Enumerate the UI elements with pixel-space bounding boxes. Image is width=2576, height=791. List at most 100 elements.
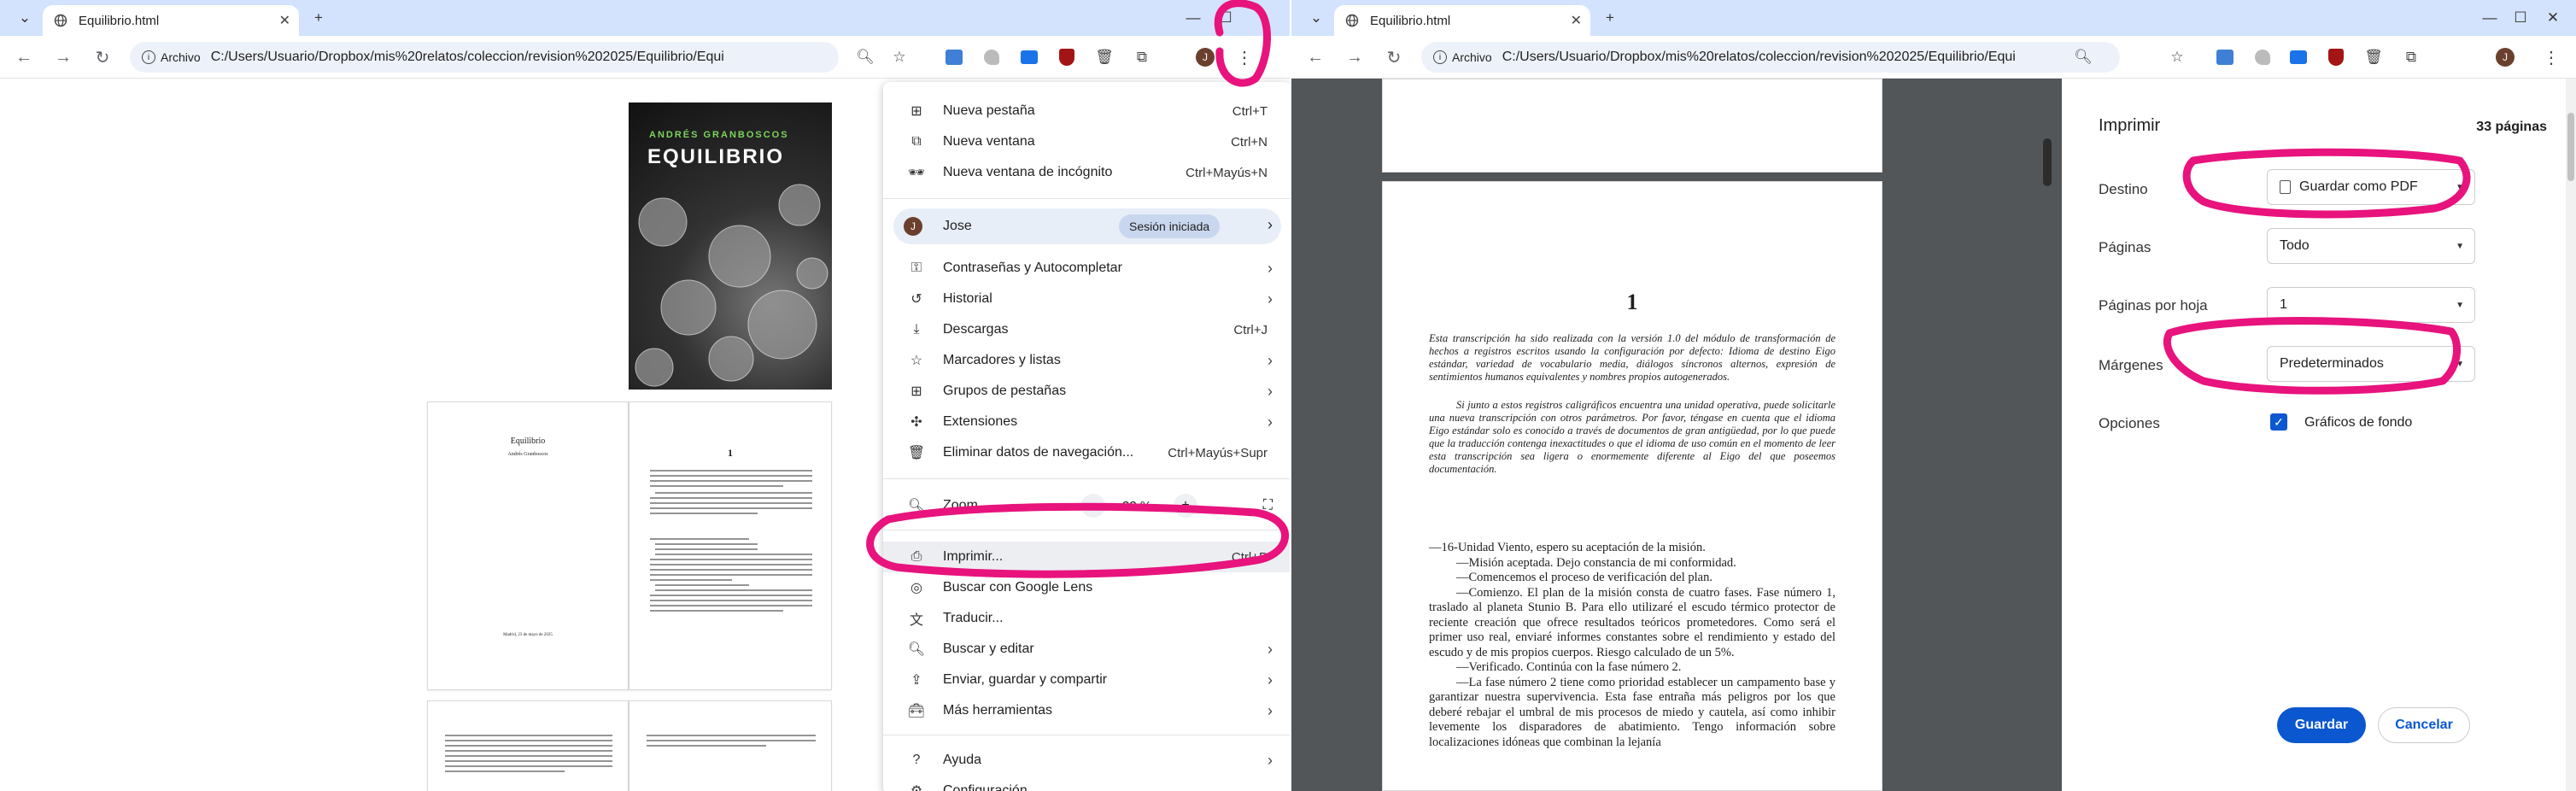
- profile-avatar[interactable]: J: [2496, 48, 2515, 67]
- reload-icon[interactable]: ↻: [1380, 44, 1408, 71]
- tab-search-icon[interactable]: ⌄: [1303, 5, 1329, 31]
- menu-item-incognito[interactable]: 🕶︎ Nueva ventana de incógnito Ctrl+Mayús+N: [883, 157, 1290, 188]
- file-chip-label: Archivo: [161, 50, 201, 64]
- panel-scrollbar[interactable]: [2566, 79, 2576, 791]
- pages-per-sheet-label: Páginas por hoja: [2099, 297, 2208, 313]
- minimize-icon[interactable]: —: [2477, 5, 2503, 31]
- toolbar: ← → ↻ i Archivo C:/Users/Usuario/Dropbox/…: [0, 36, 1290, 79]
- extension-shield-icon[interactable]: [1056, 46, 1078, 68]
- file-chip[interactable]: i Archivo: [1433, 50, 1492, 64]
- bookmark-star-icon[interactable]: ☆: [888, 46, 910, 68]
- back-icon[interactable]: ←: [1302, 44, 1329, 71]
- menu-item-history[interactable]: ↺ Historial ›: [883, 284, 1290, 314]
- extension-shape-icon[interactable]: [981, 46, 1003, 68]
- zoom-in-button[interactable]: +: [1174, 494, 1197, 518]
- chevron-right-icon: ›: [1268, 382, 1273, 400]
- zoom-icon[interactable]: 🔍︎: [852, 42, 878, 73]
- extension-shield-icon[interactable]: [2325, 46, 2347, 68]
- caret-down-icon: ▼: [2456, 182, 2464, 192]
- extension-media-icon[interactable]: [1018, 46, 1040, 68]
- chevron-right-icon: ›: [1268, 671, 1273, 688]
- cover-title: EQUILIBRIO: [647, 145, 785, 168]
- chevron-right-icon: ›: [1268, 751, 1273, 769]
- translate-icon: 文: [909, 613, 923, 628]
- close-tab-icon[interactable]: ✕: [1571, 12, 1582, 29]
- extension-screenshot-icon[interactable]: [943, 46, 965, 68]
- menu-item-downloads[interactable]: ⤓ Descargas Ctrl+J: [883, 314, 1290, 345]
- menu-item-tab-groups[interactable]: ⊞ Grupos de pestañas ›: [883, 376, 1290, 407]
- file-chip[interactable]: i Archivo: [142, 50, 201, 64]
- menu-item-more-tools[interactable]: 🧰︎ Más herramientas ›: [883, 695, 1290, 726]
- close-window-icon[interactable]: ✕: [2540, 5, 2566, 31]
- extension-shape-icon[interactable]: [2251, 46, 2274, 68]
- minimize-icon[interactable]: —: [1180, 5, 1206, 31]
- tab-equilibrio[interactable]: Equilibrio.html ✕: [43, 5, 299, 36]
- menu-item-new-window[interactable]: ⧉ Nueva ventana Ctrl+N: [883, 126, 1290, 157]
- destination-select[interactable]: Guardar como PDF ▼: [2267, 169, 2475, 205]
- menu-item-extensions[interactable]: ✣ Extensiones ›: [883, 407, 1290, 437]
- preview-body-line: —16-Unidad Viento, espero su aceptación …: [1429, 541, 1706, 554]
- preview-scrollbar[interactable]: [2043, 138, 2052, 186]
- maximize-icon[interactable]: ☐: [2508, 5, 2533, 31]
- pages-select[interactable]: Todo ▼: [2267, 228, 2475, 264]
- address-bar[interactable]: i Archivo C:/Users/Usuario/Dropbox/mis%20…: [130, 42, 875, 73]
- extension-media-icon[interactable]: [2287, 46, 2310, 68]
- menu-item-bookmarks[interactable]: ☆ Marcadores y listas ›: [883, 345, 1290, 376]
- share-icon: ⇪: [910, 673, 922, 688]
- profile-status-badge: Sesión iniciada: [1119, 214, 1221, 238]
- fullscreen-icon[interactable]: ⛶: [1263, 498, 1273, 513]
- back-icon[interactable]: ←: [10, 44, 38, 71]
- menu-kebab-icon[interactable]: ⋮: [2540, 46, 2562, 68]
- background-graphics-checkbox[interactable]: ✓: [2270, 413, 2287, 431]
- page-3-thumb: [629, 700, 832, 791]
- pages-per-sheet-select[interactable]: 1 ▼: [2267, 287, 2475, 323]
- zoom-icon: 🔍︎: [907, 499, 926, 513]
- title-page-author: Andrés Granboscos: [507, 452, 548, 457]
- extensions-puzzle-icon[interactable]: ⧉: [1131, 46, 1153, 68]
- menu-item-print[interactable]: ⎙ Imprimir... Ctrl+P: [883, 542, 1290, 572]
- menu-label: Traducir...: [943, 611, 1004, 625]
- menu-item-save-share[interactable]: ⇪ Enviar, guardar y compartir ›: [883, 665, 1290, 695]
- new-tab-icon[interactable]: +: [1597, 5, 1623, 31]
- extension-trash-icon[interactable]: 🗑︎: [2362, 46, 2385, 68]
- margins-select[interactable]: Predeterminados ▼: [2267, 346, 2475, 382]
- menu-label: Descargas: [943, 322, 1009, 337]
- address-bar[interactable]: i Archivo C:/Users/Usuario/Dropbox/mis%20…: [1421, 42, 2120, 73]
- bookmark-star-icon[interactable]: ☆: [2166, 46, 2188, 68]
- puzzle-icon: ✣: [910, 415, 922, 430]
- menu-item-new-tab[interactable]: ⊞ Nueva pestaña Ctrl+T: [883, 96, 1290, 126]
- menu-label: Nueva ventana de incógnito: [943, 165, 1113, 179]
- zoom-icon[interactable]: 🔍︎: [2070, 42, 2096, 73]
- new-tab-icon[interactable]: +: [306, 5, 331, 31]
- menu-kebab-icon[interactable]: ⋮: [1233, 46, 1256, 68]
- extension-trash-icon[interactable]: 🗑︎: [1093, 46, 1115, 68]
- extension-screenshot-icon[interactable]: [2214, 46, 2236, 68]
- menu-shortcut: Ctrl+T: [1232, 103, 1268, 119]
- forward-icon[interactable]: →: [50, 44, 77, 71]
- menu-label: Configuración: [943, 783, 1027, 791]
- tab-search-icon[interactable]: ⌄: [12, 5, 38, 31]
- menu-item-find-edit[interactable]: 🔍︎ Buscar y editar ›: [883, 634, 1290, 665]
- margins-value: Predeterminados: [2280, 356, 2384, 371]
- maximize-icon[interactable]: ☐: [1213, 5, 1238, 31]
- reload-icon[interactable]: ↻: [89, 44, 116, 71]
- save-button[interactable]: Guardar: [2277, 707, 2366, 743]
- forward-icon[interactable]: →: [1341, 44, 1368, 71]
- tab-equilibrio[interactable]: Equilibrio.html ✕: [1334, 5, 1590, 36]
- chrome-main-menu: ⊞ Nueva pestaña Ctrl+T ⧉ Nueva ventana Ctrl+…: [883, 82, 1290, 791]
- chevron-right-icon: ›: [1268, 216, 1273, 233]
- cancel-button[interactable]: Cancelar: [2378, 707, 2470, 743]
- menu-profile-row[interactable]: J Jose Sesión iniciada ›: [893, 208, 1281, 244]
- browser-window-right: ⌄ Equilibrio.html ✕ + — ☐ ✕ ← → ↻ i Archi…: [1291, 0, 2576, 791]
- close-tab-icon[interactable]: ✕: [279, 12, 290, 29]
- extensions-puzzle-icon[interactable]: ⧉: [2400, 46, 2422, 68]
- tab-title: Equilibrio.html: [79, 13, 160, 28]
- profile-avatar[interactable]: J: [1196, 48, 1215, 67]
- zoom-out-button[interactable]: −: [1081, 494, 1105, 518]
- menu-item-clear-data[interactable]: 🗑︎ Eliminar datos de navegación... Ctrl+Ma…: [883, 437, 1290, 468]
- menu-item-lens[interactable]: ◎ Buscar con Google Lens: [883, 572, 1290, 603]
- menu-item-translate[interactable]: 文 Traducir...: [883, 603, 1290, 634]
- menu-item-help[interactable]: ? Ayuda ›: [883, 745, 1290, 776]
- menu-item-settings[interactable]: ⚙ Configuración: [883, 776, 1290, 791]
- menu-item-passwords[interactable]: ⚿ Contraseñas y Autocompletar ›: [883, 253, 1290, 284]
